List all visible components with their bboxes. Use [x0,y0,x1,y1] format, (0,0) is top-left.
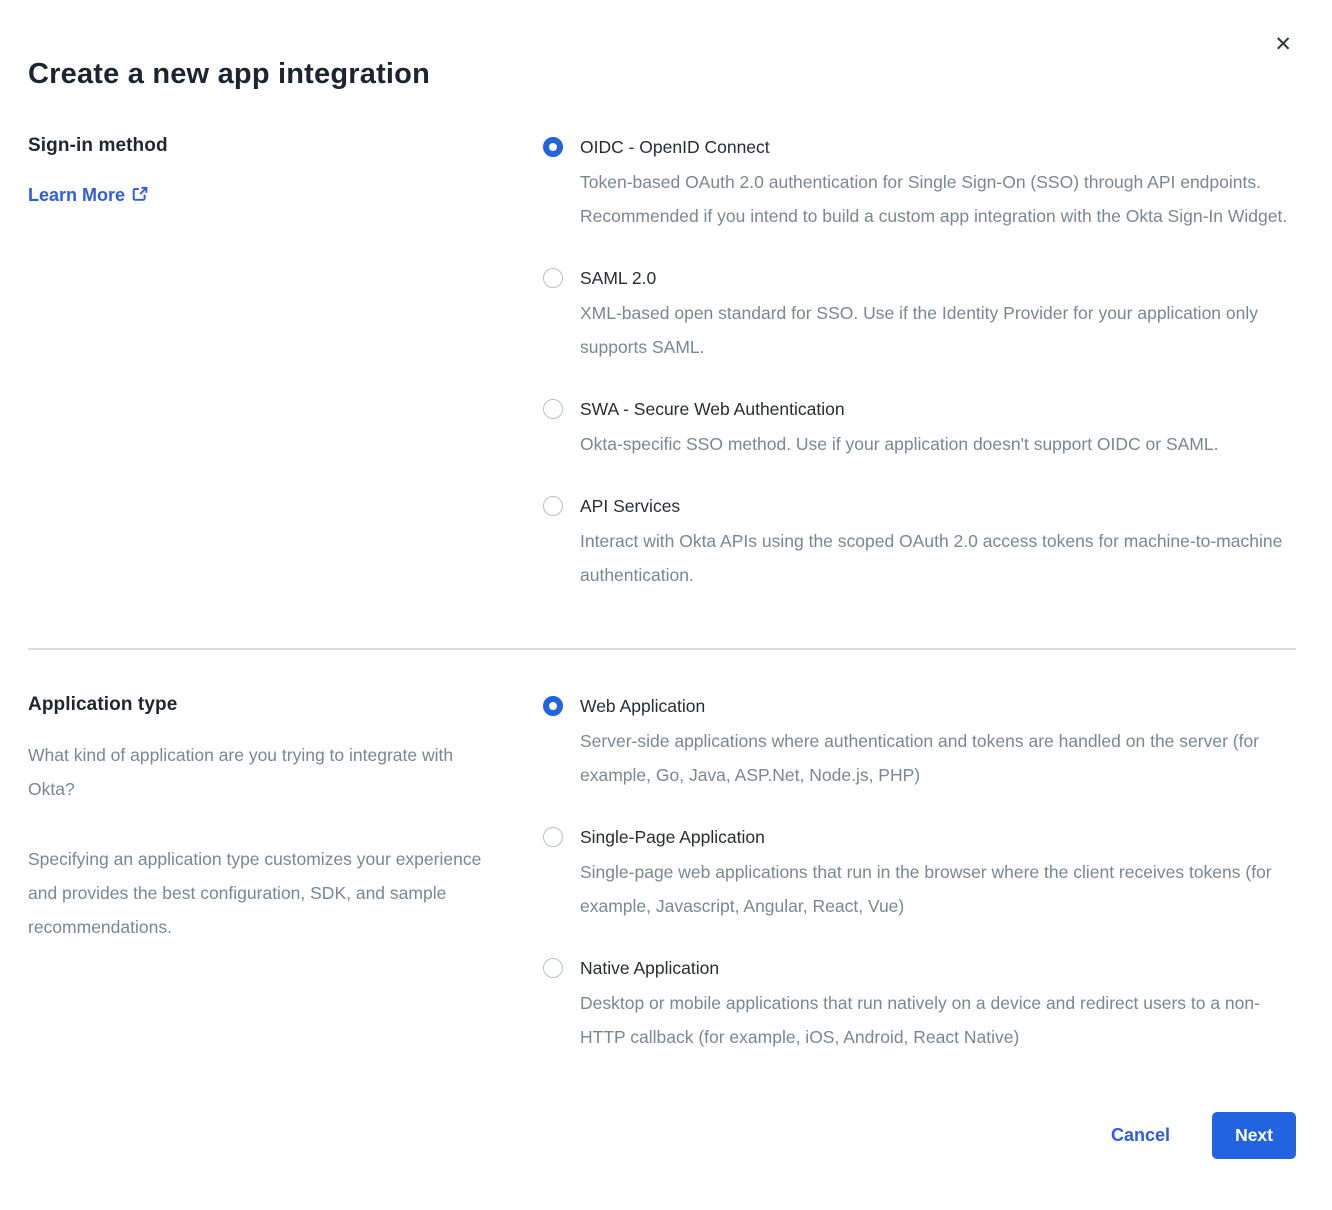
option-title: Single-Page Application [580,825,1296,849]
radio-selected-icon[interactable] [543,696,563,716]
application-type-note: Specifying an application type customize… [28,842,503,944]
radio-option-oidc[interactable]: OIDC - OpenID Connect Token-based OAuth … [543,135,1296,233]
option-title: SAML 2.0 [580,266,1296,290]
radio-unselected-icon[interactable] [543,268,563,288]
radio-unselected-icon[interactable] [543,496,563,516]
option-description: Token-based OAuth 2.0 authentication for… [580,165,1296,233]
radio-unselected-icon[interactable] [543,827,563,847]
option-description: XML-based open standard for SSO. Use if … [580,296,1296,364]
application-type-question: What kind of application are you trying … [28,738,503,806]
option-title: Web Application [580,694,1296,718]
application-type-section: Application type What kind of applicatio… [28,694,1296,1054]
option-title: Native Application [580,956,1296,980]
radio-selected-icon[interactable] [543,137,563,157]
radio-option-api-services[interactable]: API Services Interact with Okta APIs usi… [543,494,1296,592]
radio-option-native-application[interactable]: Native Application Desktop or mobile app… [543,956,1296,1054]
radio-option-web-application[interactable]: Web Application Server-side applications… [543,694,1296,792]
modal-footer: Cancel Next [28,1112,1296,1205]
option-description: Okta-specific SSO method. Use if your ap… [580,427,1218,461]
radio-unselected-icon[interactable] [543,958,563,978]
create-app-integration-modal: ✕ Create a new app integration Sign-in m… [0,0,1332,1210]
signin-method-section: Sign-in method Learn More OIDC - OpenID … [28,135,1296,592]
external-link-icon [132,186,148,207]
learn-more-link[interactable]: Learn More [28,184,148,207]
radio-option-swa[interactable]: SWA - Secure Web Authentication Okta-spe… [543,397,1296,461]
option-description: Desktop or mobile applications that run … [580,986,1296,1054]
application-type-label: Application type [28,694,503,716]
option-description: Interact with Okta APIs using the scoped… [580,524,1296,592]
option-description: Single-page web applications that run in… [580,855,1296,923]
modal-title: Create a new app integration [28,0,1296,91]
option-title: OIDC - OpenID Connect [580,135,1296,159]
next-button[interactable]: Next [1212,1112,1296,1159]
option-title: SWA - Secure Web Authentication [580,397,1218,421]
cancel-button[interactable]: Cancel [1111,1125,1170,1146]
radio-option-saml[interactable]: SAML 2.0 XML-based open standard for SSO… [543,266,1296,364]
signin-method-label: Sign-in method [28,135,503,157]
section-divider [28,648,1296,650]
learn-more-label: Learn More [28,185,125,206]
option-description: Server-side applications where authentic… [580,724,1296,792]
close-icon[interactable]: ✕ [1274,34,1292,55]
radio-unselected-icon[interactable] [543,399,563,419]
option-title: API Services [580,494,1296,518]
radio-option-single-page-application[interactable]: Single-Page Application Single-page web … [543,825,1296,923]
